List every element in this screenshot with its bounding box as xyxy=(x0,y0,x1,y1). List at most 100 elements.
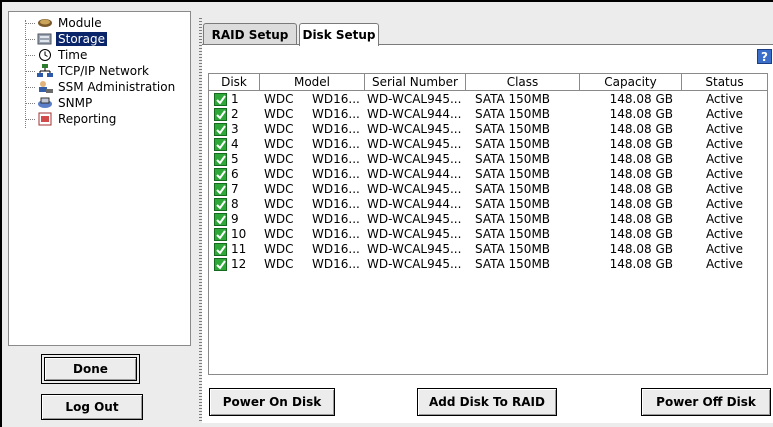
cell-model-vendor: WDC xyxy=(264,152,294,166)
disk-checkbox[interactable] xyxy=(214,153,227,166)
disk-checkbox[interactable] xyxy=(214,183,227,196)
cell-disk: 2 xyxy=(231,107,239,121)
cell-status: Active xyxy=(705,212,744,226)
cell-model: WD16... xyxy=(312,242,360,256)
clock-icon xyxy=(37,48,53,62)
check-icon xyxy=(216,125,226,135)
table-row[interactable]: 12 WDC WD16... WD-WCAL945... SATA 150MB 148.0… xyxy=(209,257,767,272)
table-row[interactable]: 8 WDC WD16... WD-WCAL944... SATA 150MB 148.08… xyxy=(209,197,767,212)
disk-checkbox[interactable] xyxy=(214,243,227,256)
table-row[interactable]: 9 WDC WD16... WD-WCAL945... SATA 150MB 148.08… xyxy=(209,212,767,227)
check-icon xyxy=(216,260,226,270)
cell-model-vendor: WDC xyxy=(264,197,294,211)
cell-class: SATA 150MB xyxy=(475,212,551,226)
cell-disk: 8 xyxy=(231,197,239,211)
cell-status: Active xyxy=(705,152,744,166)
table-row[interactable]: 6 WDC WD16... WD-WCAL944... SATA 150MB 148.08… xyxy=(209,167,767,182)
cell-model-vendor: WDC xyxy=(264,182,294,196)
cell-status: Active xyxy=(705,227,744,241)
cell-disk: 11 xyxy=(231,242,247,256)
power-off-disk-button[interactable]: Power Off Disk xyxy=(641,388,771,416)
nav-item-label: SNMP xyxy=(58,96,93,110)
cell-serial: WD-WCAL944... xyxy=(367,107,462,121)
nav-item-label: Reporting xyxy=(58,112,117,126)
add-disk-to-raid-button[interactable]: Add Disk To RAID xyxy=(417,388,557,416)
cell-class: SATA 150MB xyxy=(475,182,551,196)
table-row[interactable]: 11 WDC WD16... WD-WCAL945... SATA 150MB 148.0… xyxy=(209,242,767,257)
check-icon xyxy=(216,245,226,255)
cell-status: Active xyxy=(705,137,744,151)
disk-checkbox[interactable] xyxy=(214,123,227,136)
cell-model: WD16... xyxy=(312,152,360,166)
disk-checkbox[interactable] xyxy=(214,93,227,106)
disk-checkbox[interactable] xyxy=(214,213,227,226)
cell-model: WD16... xyxy=(312,257,360,271)
tab-raid-setup[interactable]: RAID Setup xyxy=(203,23,297,45)
table-row[interactable]: 10 WDC WD16... WD-WCAL945... SATA 150MB 148.0… xyxy=(209,227,767,242)
nav-item-snmp[interactable]: SNMP xyxy=(25,95,94,111)
cell-capacity: 148.08 GB xyxy=(609,137,673,151)
cell-serial: WD-WCAL945... xyxy=(367,122,462,136)
disk-checkbox[interactable] xyxy=(214,108,227,121)
cell-serial: WD-WCAL945... xyxy=(367,182,462,196)
nav-item-storage[interactable]: Storage xyxy=(25,31,107,47)
nav-item-label: Storage xyxy=(56,32,107,46)
cell-status: Active xyxy=(705,257,744,271)
nav-item-ssm-administration[interactable]: SSM Administration xyxy=(25,79,177,95)
cell-class: SATA 150MB xyxy=(475,167,551,181)
disk-checkbox[interactable] xyxy=(214,198,227,211)
disk-checkbox[interactable] xyxy=(214,138,227,151)
column-header-serial-number[interactable]: Serial Number xyxy=(365,74,466,91)
logout-button[interactable]: Log Out xyxy=(41,394,143,420)
network-icon xyxy=(37,64,53,78)
nav-item-time[interactable]: Time xyxy=(25,47,89,63)
cell-model: WD16... xyxy=(312,107,360,121)
nav-item-label: Time xyxy=(58,48,88,62)
disk-checkbox[interactable] xyxy=(214,168,227,181)
column-header-status[interactable]: Status xyxy=(682,74,767,91)
tab-disk-setup[interactable]: Disk Setup xyxy=(299,23,379,46)
check-icon xyxy=(216,155,226,165)
column-header-class[interactable]: Class xyxy=(466,74,580,91)
column-header-model[interactable]: Model xyxy=(260,74,365,91)
nav-item-tcpip-network[interactable]: TCP/IP Network xyxy=(25,63,151,79)
cell-disk: 12 xyxy=(231,257,247,271)
cell-capacity: 148.08 GB xyxy=(609,107,673,121)
cell-class: SATA 150MB xyxy=(475,107,551,121)
cell-capacity: 148.08 GB xyxy=(609,227,673,241)
cell-serial: WD-WCAL944... xyxy=(367,167,462,181)
cell-capacity: 148.08 GB xyxy=(609,122,673,136)
help-icon[interactable]: ? xyxy=(757,49,772,64)
cell-disk: 10 xyxy=(231,227,247,241)
cell-class: SATA 150MB xyxy=(475,92,551,106)
table-row[interactable]: 4 WDC WD16... WD-WCAL945... SATA 150MB 148.08… xyxy=(209,137,767,152)
storage-icon xyxy=(37,32,53,46)
cell-serial: WD-WCAL945... xyxy=(367,257,462,271)
disk-checkbox[interactable] xyxy=(214,258,227,271)
column-header-disk[interactable]: Disk xyxy=(209,74,260,91)
cell-class: SATA 150MB xyxy=(475,197,551,211)
nav-item-label: TCP/IP Network xyxy=(58,64,149,78)
power-on-disk-button[interactable]: Power On Disk xyxy=(209,388,335,416)
table-row[interactable]: 7 WDC WD16... WD-WCAL945... SATA 150MB 148.08… xyxy=(209,182,767,197)
nav-item-module[interactable]: Module xyxy=(25,15,104,31)
check-icon xyxy=(216,110,226,120)
cell-model-vendor: WDC xyxy=(264,227,294,241)
app-window: Module Storage Time TCP/IP Network SSM A… xyxy=(0,0,773,427)
cell-capacity: 148.08 GB xyxy=(609,242,673,256)
table-row[interactable]: 3 WDC WD16... WD-WCAL945... SATA 150MB 148.08… xyxy=(209,122,767,137)
disk-checkbox[interactable] xyxy=(214,228,227,241)
column-header-capacity[interactable]: Capacity xyxy=(580,74,682,91)
cell-model-vendor: WDC xyxy=(264,257,294,271)
cell-model: WD16... xyxy=(312,137,360,151)
done-button[interactable]: Done xyxy=(41,354,140,384)
cell-model: WD16... xyxy=(312,122,360,136)
table-row[interactable]: 1 WDC WD16... WD-WCAL945... SATA 150MB 148.08… xyxy=(209,92,767,107)
cell-serial: WD-WCAL945... xyxy=(367,152,462,166)
cell-capacity: 148.08 GB xyxy=(609,257,673,271)
table-row[interactable]: 5 WDC WD16... WD-WCAL945... SATA 150MB 148.08… xyxy=(209,152,767,167)
nav-item-reporting[interactable]: Reporting xyxy=(25,111,118,127)
cell-model: WD16... xyxy=(312,167,360,181)
table-row[interactable]: 2 WDC WD16... WD-WCAL944... SATA 150MB 148.08… xyxy=(209,107,767,122)
cell-disk: 5 xyxy=(231,152,239,166)
